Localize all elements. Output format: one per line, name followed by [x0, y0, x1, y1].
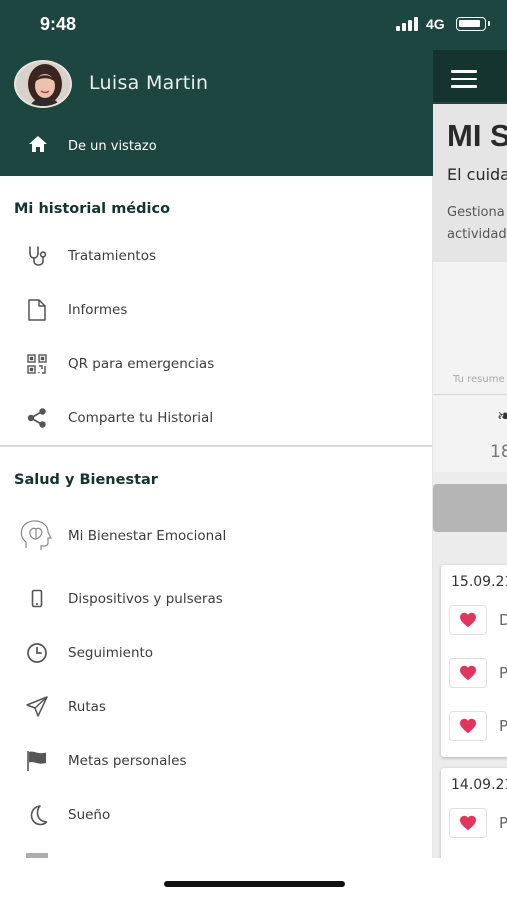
- card-date: 14.09.21: [451, 777, 507, 793]
- menu-item-rutas[interactable]: Rutas: [0, 685, 433, 729]
- menu-item-metas-personales[interactable]: Metas personales: [0, 739, 433, 783]
- main-subtitle: El cuida: [447, 165, 507, 184]
- main-description-line: Gestiona: [447, 205, 505, 220]
- heart-icon: [449, 605, 487, 635]
- menu-item-overview[interactable]: De un vistazo: [0, 128, 433, 166]
- card-entry: D: [499, 611, 507, 629]
- flag-icon: [24, 749, 50, 773]
- main-title: MI S: [447, 118, 507, 153]
- menu-item-qr-emergencias[interactable]: QR para emergencias: [0, 342, 433, 386]
- menu-item-seguimiento[interactable]: Seguimiento: [0, 631, 433, 675]
- menu-item-label: Mi Bienestar Emocional: [68, 528, 227, 544]
- section-divider: [0, 445, 433, 447]
- main-description-line: actividad: [447, 227, 507, 242]
- activity-card[interactable]: 15.09.21 D P P: [441, 565, 507, 757]
- main-description: Gestiona actividad: [447, 202, 507, 246]
- section-title-health-wellbeing: Salud y Bienestar: [14, 472, 158, 488]
- summary-panel: [433, 262, 507, 472]
- home-indicator-area: [0, 858, 507, 900]
- menu-icon[interactable]: [451, 70, 477, 88]
- navigation-drawer: Luisa Martin De un vistazo Mi historial …: [0, 0, 433, 858]
- home-indicator[interactable]: [164, 881, 345, 887]
- battery-icon: [456, 17, 490, 31]
- home-icon: [29, 136, 47, 152]
- menu-item-label: Dispositivos y pulseras: [68, 591, 223, 607]
- menu-item-label: Rutas: [68, 699, 106, 715]
- menu-item-sueno[interactable]: Sueño: [0, 793, 433, 837]
- status-bar: 9:48 4G: [0, 0, 507, 50]
- menu-item-label: Comparte tu Historial: [68, 410, 214, 426]
- menu-item-label: Sueño: [68, 807, 111, 823]
- heart-icon: [449, 658, 487, 688]
- activity-card[interactable]: 14.09.21 P: [441, 768, 507, 868]
- network-type: 4G: [426, 16, 445, 32]
- menu-item-label: Tratamientos: [68, 248, 157, 264]
- signal-icon: [396, 17, 418, 31]
- menu-item-label: Seguimiento: [68, 645, 154, 661]
- heart-icon: [449, 711, 487, 741]
- avatar[interactable]: [14, 60, 72, 108]
- menu-item-bienestar-emocional[interactable]: Mi Bienestar Emocional: [0, 514, 433, 558]
- document-icon: [24, 298, 50, 322]
- summary-label: Tu resume: [453, 374, 505, 385]
- drawer-edge: [432, 176, 433, 858]
- stethoscope-icon: [24, 244, 50, 268]
- heart-icon: [449, 808, 487, 838]
- phone-device-icon: [24, 587, 50, 611]
- moon-icon: [24, 803, 50, 827]
- main-action-button[interactable]: [433, 484, 507, 532]
- user-name: Luisa Martin: [89, 72, 209, 94]
- main-screen: MI S El cuida Gestiona actividad Tu resu…: [433, 0, 507, 900]
- menu-item-dispositivos[interactable]: Dispositivos y pulseras: [0, 577, 433, 621]
- menu-item-comparte-historial[interactable]: Comparte tu Historial: [0, 396, 433, 440]
- footsteps-icon: ❧: [497, 406, 507, 427]
- paper-plane-icon: [24, 695, 50, 719]
- menu-item-label: Metas personales: [68, 753, 187, 769]
- menu-item-label: QR para emergencias: [68, 356, 215, 372]
- head-brain-icon: [18, 518, 54, 554]
- qr-code-icon: [24, 352, 50, 376]
- steps-value: 18: [490, 442, 507, 462]
- card-date: 15.09.21: [451, 574, 507, 590]
- card-entry: P: [499, 717, 507, 735]
- card-entry: P: [499, 814, 507, 832]
- clock-icon: [24, 641, 50, 665]
- menu-item-tratamientos[interactable]: Tratamientos: [0, 234, 433, 278]
- card-entry: P: [499, 664, 507, 682]
- section-title-medical-history: Mi historial médico: [14, 201, 171, 217]
- menu-item-label: De un vistazo: [68, 139, 157, 154]
- menu-item-label: Informes: [68, 302, 128, 318]
- divider: [433, 394, 507, 395]
- share-icon: [24, 406, 50, 430]
- status-time: 9:48: [40, 14, 77, 34]
- menu-item-informes[interactable]: Informes: [0, 288, 433, 332]
